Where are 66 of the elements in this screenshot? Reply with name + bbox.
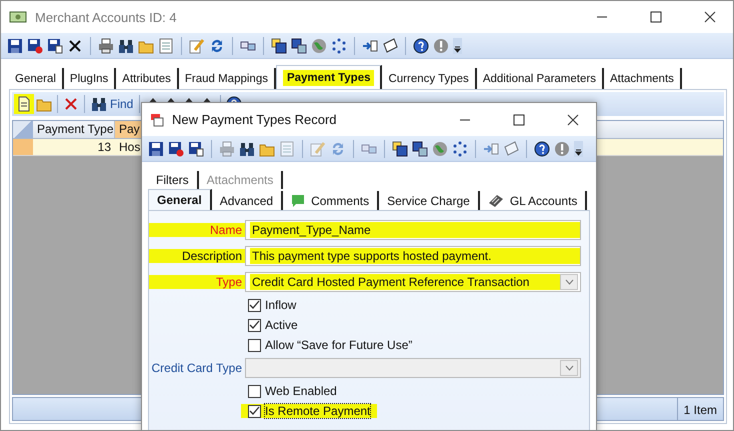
checkbox[interactable] [248, 384, 261, 398]
checkbox[interactable] [248, 298, 261, 312]
find-button[interactable]: Find [90, 96, 134, 112]
checkbox-label: Web Enabled [265, 384, 337, 398]
arrow-in-icon[interactable] [362, 38, 378, 54]
table-cell-text: Hos [118, 139, 142, 155]
help-icon[interactable] [534, 140, 550, 156]
dotted-circle-icon[interactable] [452, 140, 468, 156]
dropdown-field[interactable] [245, 358, 581, 378]
chevron-down-icon[interactable] [564, 365, 574, 371]
stacked-windows-icon[interactable] [412, 140, 428, 156]
checkbox-label: Inflow [265, 298, 296, 312]
tab[interactable]: Attachments [604, 68, 682, 89]
tab[interactable]: General [148, 189, 212, 210]
tab[interactable]: Additional Parameters [476, 68, 604, 89]
dropdown-button[interactable] [560, 274, 578, 290]
speech-bubble-icon [291, 194, 306, 208]
chevron-down-icon[interactable] [564, 279, 574, 285]
note-icon[interactable] [382, 38, 398, 54]
refresh-icon[interactable] [209, 38, 225, 54]
tab[interactable]: Currency Types [382, 68, 477, 89]
maximize-icon[interactable] [650, 11, 662, 23]
stacked-windows-icon[interactable] [271, 38, 287, 54]
field-label: Type [149, 275, 245, 289]
window-title: Merchant Accounts ID: 4 [35, 10, 178, 24]
banknote-icon [9, 11, 27, 23]
overflow-icon[interactable] [453, 38, 462, 54]
stacked-windows-icon[interactable] [392, 140, 408, 156]
binoculars-icon[interactable] [118, 38, 134, 54]
tab[interactable]: General [9, 68, 64, 89]
tab[interactable]: PlugIns [64, 68, 116, 89]
overflow-icon[interactable] [574, 140, 583, 156]
new-document-icon[interactable] [16, 96, 32, 112]
checkbox-label: Is Remote Payment [265, 404, 370, 418]
checkbox-label: Allow “Save for Future Use” [265, 338, 412, 352]
input-field[interactable]: This payment type supports hosted payment. [245, 246, 581, 266]
edit-document-icon[interactable] [189, 38, 205, 54]
help-icon[interactable] [413, 38, 429, 54]
arrow-in-icon[interactable] [483, 140, 499, 156]
binoculars-icon[interactable] [239, 140, 255, 156]
dropdown-button[interactable] [560, 360, 578, 376]
binoculars-icon[interactable] [91, 96, 107, 112]
dialog-title: New Payment Types Record [172, 112, 338, 127]
tab[interactable]: Payment Types [276, 65, 382, 89]
input-field[interactable]: Payment_Type_Name [245, 220, 581, 240]
close-icon[interactable] [567, 114, 579, 126]
printer-icon[interactable] [98, 38, 114, 54]
checkbox[interactable] [248, 318, 261, 332]
document-icon[interactable] [158, 38, 174, 54]
delete-icon[interactable] [67, 38, 83, 54]
dotted-circle-icon[interactable] [331, 38, 347, 54]
card-stack-icon [150, 112, 164, 126]
field-label: Description [149, 249, 245, 263]
dropdown-field[interactable]: Credit Card Hosted Payment Reference Transaction [245, 272, 581, 292]
item-count: 1 Item [676, 398, 723, 420]
checkbox[interactable] [248, 404, 261, 418]
table-cell-text: 13 [96, 139, 112, 155]
calculator-icon [488, 194, 504, 208]
field-label: Credit Card Type [150, 361, 243, 375]
tab[interactable]: Attributes [116, 68, 179, 89]
maximize-icon[interactable] [513, 114, 525, 126]
checkbox[interactable] [248, 338, 261, 352]
checkbox-label: Active [265, 318, 298, 332]
stacked-windows-icon[interactable] [291, 38, 307, 54]
field-label: Name [149, 223, 245, 237]
close-icon[interactable] [704, 11, 716, 23]
